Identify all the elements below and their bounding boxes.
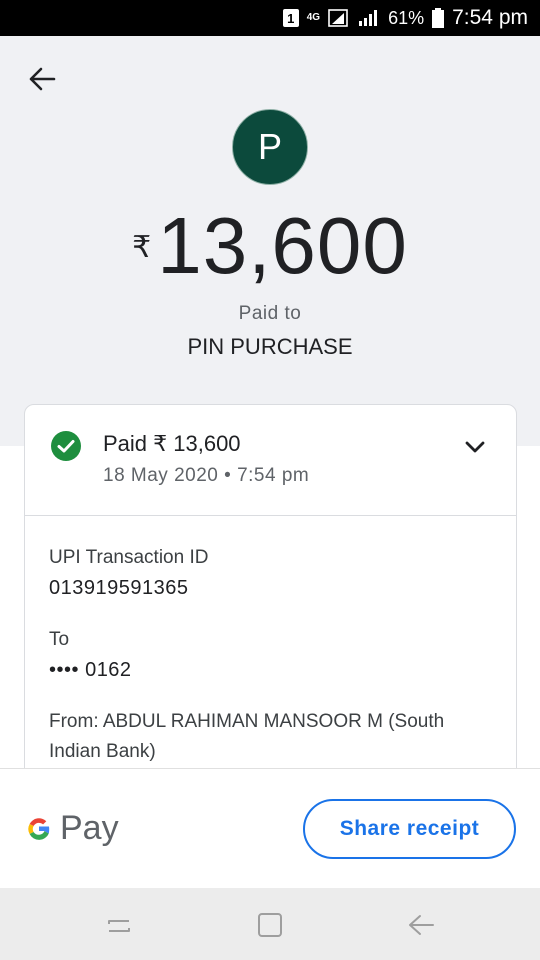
paid-to-label: Paid to	[238, 303, 302, 324]
gpay-logo: Pay	[24, 809, 119, 848]
upi-transaction-label: UPI Transaction ID	[49, 547, 209, 568]
upi-transaction-id: 013919591365	[49, 577, 189, 599]
upi-transaction-block: UPI Transaction ID 013919591365	[49, 543, 479, 603]
to-account-block: To •••• 0162	[49, 625, 479, 685]
from-account-line-2: Indian Bank)	[49, 741, 156, 762]
battery-icon	[432, 8, 445, 28]
arrow-left-icon	[29, 67, 56, 91]
battery-percent: 61%	[388, 7, 425, 28]
from-account-block: From: ABDUL RAHIMAN MANSOOR M (South Ind…	[49, 707, 479, 767]
recent-apps-button[interactable]	[99, 908, 139, 942]
system-navigation-bar	[0, 888, 540, 960]
nav-back-icon	[409, 915, 434, 935]
amount-display: ₹ 13,600	[0, 196, 540, 296]
to-account-number: •••• 0162	[49, 659, 132, 681]
network-type: 4G	[306, 12, 321, 23]
amount-value: 13,600	[157, 201, 408, 290]
receipt-footer: Pay Share receipt	[0, 768, 540, 888]
to-label: To	[49, 629, 70, 650]
payee-name: PIN PURCHASE	[187, 334, 353, 359]
gpay-brand-text: Pay	[60, 809, 119, 847]
payment-summary-header: P ₹ 13,600 Paid to PIN PURCHASE	[0, 36, 540, 446]
from-account-line-1: From: ABDUL RAHIMAN MANSOOR M (South	[49, 711, 445, 732]
transaction-status-header[interactable]: Paid ₹ 13,600 18 May 2020 • 7:54 pm	[25, 405, 516, 516]
system-back-button[interactable]	[401, 908, 441, 942]
home-square-icon	[258, 913, 282, 937]
recent-apps-icon	[108, 920, 130, 932]
check-circle-icon	[51, 431, 81, 461]
payee-avatar: P	[232, 109, 308, 185]
transaction-details: UPI Transaction ID 013919591365 To •••• …	[49, 543, 479, 789]
status-bar: 1 4G 61% 7:54 pm	[0, 0, 540, 36]
chevron-down-icon[interactable]	[461, 435, 489, 459]
signal-icon	[328, 9, 348, 27]
paid-amount-line: Paid ₹ 13,600	[103, 431, 241, 456]
share-receipt-button[interactable]: Share receipt	[303, 799, 516, 859]
google-g-icon	[28, 817, 50, 840]
transaction-datetime: 18 May 2020 • 7:54 pm	[103, 465, 310, 486]
status-time: 7:54 pm	[452, 6, 528, 29]
signal-bars-icon	[359, 10, 378, 26]
back-button[interactable]	[24, 64, 60, 94]
currency-symbol: ₹	[132, 231, 152, 264]
transaction-card: Paid ₹ 13,600 18 May 2020 • 7:54 pm UPI …	[24, 404, 517, 824]
home-button[interactable]	[250, 908, 290, 942]
notification-badge: 1	[282, 9, 299, 27]
